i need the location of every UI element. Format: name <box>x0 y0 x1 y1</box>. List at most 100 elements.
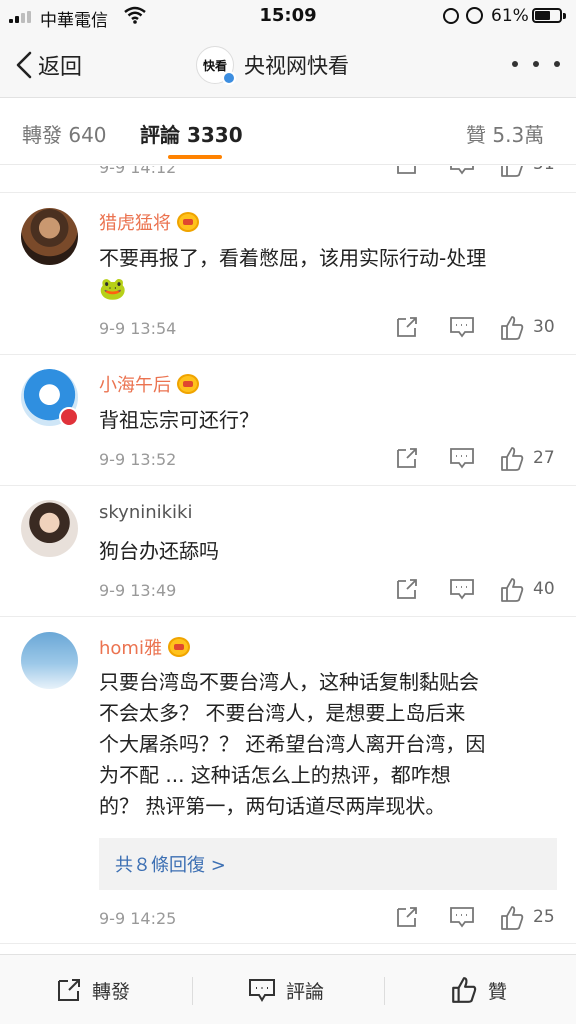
verified-badge-icon <box>222 71 236 85</box>
comment-username[interactable]: 猎虎猛将 <box>99 209 199 235</box>
comment-text: 背祖忘宗可还行？ <box>99 405 559 436</box>
comment-actions: 30 <box>395 315 560 343</box>
active-tab-indicator <box>168 155 222 159</box>
like-icon[interactable] <box>499 446 525 472</box>
rotation-lock-icon <box>443 8 459 24</box>
comment-text-line: 的？ 热评第一，两句话道尽两岸现状。 <box>99 794 446 818</box>
divider <box>384 977 385 1005</box>
comment-username[interactable]: skyninikiki <box>99 502 192 523</box>
nav-bar: 返回 快看 央视网快看 <box>0 32 576 98</box>
comment-text-line: 只要台湾岛不要台湾人，这种话复制黏贴会 <box>99 670 479 694</box>
like-icon[interactable] <box>499 166 525 178</box>
battery-icon <box>532 8 562 23</box>
username-text: homi雅 <box>99 638 162 659</box>
list-item: homi雅 只要台湾岛不要台湾人，这种话复制黏贴会 不会太多？ 不要台湾人，是想… <box>0 617 576 944</box>
comment-time: 9-9 13:52 <box>99 450 177 469</box>
like-icon[interactable] <box>499 905 525 931</box>
username-text: skyninikiki <box>99 502 193 523</box>
comment-icon[interactable] <box>449 577 475 601</box>
account-title[interactable]: 快看 央视网快看 <box>196 44 349 86</box>
comment-username[interactable]: 小海午后 <box>99 371 199 397</box>
vip-crown-icon <box>177 212 199 232</box>
comment-time: 9-9 14:25 <box>99 909 177 928</box>
comment-text: 不要再报了，看着憋屈，该用实际行动-处理 🐸 <box>99 243 559 305</box>
tab-comments[interactable]: 評論 3330 <box>140 119 243 148</box>
alarm-icon <box>466 7 483 24</box>
comment-username[interactable]: homi雅 <box>99 634 190 660</box>
battery-tip <box>563 13 566 19</box>
like-count: 51 <box>533 166 555 174</box>
repost-label: 轉發 <box>92 980 131 1003</box>
comment-text-line: 狗台办还舔吗 <box>99 539 219 563</box>
comment-text-line: 不要再报了，看着憋屈，该用实际行动-处理 <box>99 246 487 270</box>
share-icon[interactable] <box>395 315 419 339</box>
comment-list[interactable]: 9-9 14:12 51 猎虎猛将 不要再报了，看着憋屈，该用实际行动-处理 🐸… <box>0 166 576 954</box>
list-item: 小海午后 背祖忘宗可还行？ 9-9 13:52 27 <box>0 355 576 486</box>
share-icon[interactable] <box>395 446 419 470</box>
clock: 15:09 <box>259 5 317 26</box>
status-bar: 中華電信 15:09 61% <box>0 0 576 32</box>
share-icon <box>58 979 80 1001</box>
bottom-action-bar: 轉發 評論 贊 <box>0 954 576 1024</box>
battery-percentage: 61% <box>491 6 529 26</box>
like-icon[interactable] <box>499 577 525 603</box>
comment-time: 9-9 13:54 <box>99 319 177 338</box>
comment-time: 9-9 14:12 <box>99 166 177 177</box>
list-item: 9-9 14:12 51 <box>0 166 576 193</box>
view-replies-button[interactable]: 共８條回復 > <box>99 838 557 890</box>
like-label: 贊 <box>488 980 508 1003</box>
more-options-icon[interactable] <box>512 54 560 74</box>
vip-crown-icon <box>177 374 199 394</box>
avatar[interactable] <box>21 208 78 265</box>
divider <box>192 977 193 1005</box>
comment-text-line: 背祖忘宗可还行？ <box>99 408 259 432</box>
list-item: skyninikiki 狗台办还舔吗 9-9 13:49 40 <box>0 486 576 617</box>
account-logo: 快看 <box>196 46 236 85</box>
chevron-left-icon <box>16 51 32 79</box>
comment-text-line: 为不配 ... 这种话怎么上的热评，都咋想 <box>99 763 451 787</box>
comment-icon[interactable] <box>449 446 475 470</box>
badge-icon <box>59 407 79 427</box>
comment-text-line: 个大屠杀吗？？ 还希望台湾人离开台湾，因 <box>99 732 486 756</box>
share-icon[interactable] <box>395 577 419 601</box>
battery-level <box>535 11 550 20</box>
share-icon[interactable] <box>395 166 419 176</box>
frog-emoji-icon: 🐸 <box>99 277 127 302</box>
comment-time: 9-9 13:49 <box>99 581 177 600</box>
comment-icon[interactable] <box>449 166 475 176</box>
comment-text-line: 不会太多？ 不要台湾人，是想要上岛后来 <box>99 701 466 725</box>
comment-button[interactable]: 評論 <box>248 973 324 1007</box>
comment-icon <box>249 979 275 1002</box>
avatar[interactable] <box>21 500 78 557</box>
like-icon[interactable] <box>499 315 525 341</box>
comment-actions: 51 <box>395 166 560 180</box>
username-text: 小海午后 <box>99 375 171 396</box>
back-label: 返回 <box>38 55 83 80</box>
comment-actions: 40 <box>395 577 560 605</box>
like-icon <box>452 977 477 1003</box>
vip-crown-icon <box>167 637 190 657</box>
comment-icon[interactable] <box>449 315 475 339</box>
page-title: 央视网快看 <box>244 54 349 78</box>
like-count: 40 <box>533 579 555 599</box>
username-text: 猎虎猛将 <box>99 213 171 234</box>
like-count: 27 <box>533 448 555 468</box>
comment-icon[interactable] <box>449 905 475 929</box>
list-item: 猎虎猛将 不要再报了，看着憋屈，该用实际行动-处理 🐸 9-9 13:54 30 <box>0 193 576 355</box>
tab-bar: 轉發 640 評論 3330 贊 5.3萬 <box>0 99 576 165</box>
avatar[interactable] <box>21 632 78 689</box>
tab-likes[interactable]: 贊 5.3萬 <box>466 119 544 148</box>
like-count: 30 <box>533 317 555 337</box>
replies-label: 共８條回復 > <box>115 855 226 876</box>
comment-text: 狗台办还舔吗 <box>99 536 559 567</box>
repost-button[interactable]: 轉發 <box>56 973 130 1007</box>
logo-text: 快看 <box>202 58 227 73</box>
comment-actions: 27 <box>395 446 560 474</box>
comment-text: 只要台湾岛不要台湾人，这种话复制黏贴会 不会太多？ 不要台湾人，是想要上岛后来 … <box>99 667 559 822</box>
tab-repost[interactable]: 轉發 640 <box>22 119 107 148</box>
share-icon[interactable] <box>395 905 419 929</box>
comment-label: 評論 <box>286 980 325 1003</box>
like-count: 25 <box>533 907 555 927</box>
like-button[interactable]: 贊 <box>450 973 507 1007</box>
back-button[interactable]: 返回 <box>14 46 82 84</box>
